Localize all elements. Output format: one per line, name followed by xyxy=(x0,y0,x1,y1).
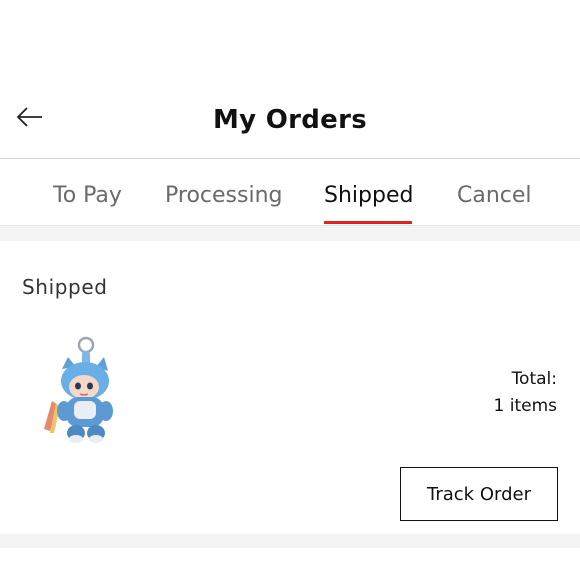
status-bar-area xyxy=(0,0,580,90)
total-label: Total: xyxy=(511,369,557,389)
tab-processing[interactable]: Processing xyxy=(165,183,282,208)
items-count: 1 items xyxy=(493,396,557,416)
order-tabs: To Pay Processing Shipped Cancel xyxy=(0,159,580,225)
page-title: My Orders xyxy=(212,105,368,135)
tab-shipped[interactable]: Shipped xyxy=(324,183,413,208)
header: My Orders xyxy=(0,95,580,159)
order-status: Shipped xyxy=(22,275,108,299)
tab-cancel[interactable]: Cancel xyxy=(457,183,532,208)
tab-to-pay[interactable]: To Pay xyxy=(53,183,122,208)
product-thumbnail[interactable] xyxy=(38,335,120,447)
section-separator xyxy=(0,226,580,241)
track-order-button[interactable]: Track Order xyxy=(400,467,558,521)
order-card[interactable]: Shipped Total: 1 items Track Order xyxy=(0,241,580,534)
active-tab-indicator xyxy=(324,221,412,224)
section-separator-bottom xyxy=(0,534,580,548)
